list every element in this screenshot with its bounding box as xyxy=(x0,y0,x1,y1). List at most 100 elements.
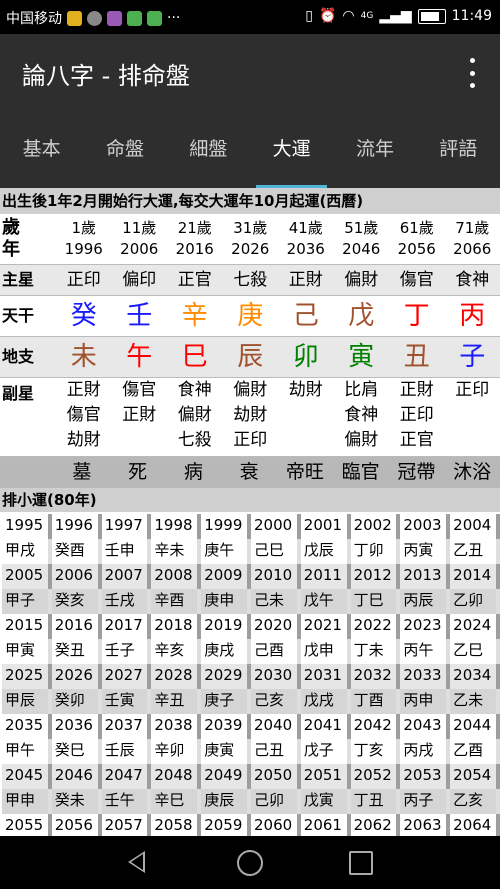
age-cell: 41歲 xyxy=(288,219,323,237)
age-year-cell: 51歲 2046 xyxy=(334,214,390,264)
tab-detail[interactable]: 細盤 xyxy=(167,112,250,188)
fuxing-item: 劫財 xyxy=(66,430,101,450)
recent-apps-icon[interactable] xyxy=(349,851,373,875)
fuxing-item: 食神 xyxy=(177,380,212,400)
fuxing-item xyxy=(278,403,334,428)
xiaoyun-year-cell: 2036 xyxy=(51,714,98,739)
age-year-label-text: 歲年 xyxy=(2,217,20,260)
xiaoyun-year-cell: 2038 xyxy=(151,714,198,739)
tiangan-cell: 庚 xyxy=(237,301,264,331)
xiaoyun-year-cell: 2003 xyxy=(400,514,447,539)
fuxing-cell: 正財 正印 正官 xyxy=(389,378,445,456)
xiaoyun-ganzhi-cell: 戊子 xyxy=(300,739,347,764)
xiaoyun-ganzhi-row: 甲戌 癸酉 壬申 辛未 庚午 己巳 戊辰 丁卯 丙寅 乙丑 xyxy=(2,539,500,564)
tiangan-cell: 戊 xyxy=(348,301,375,331)
xiaoyun-year-cell: 2032 xyxy=(350,664,397,689)
xiaoyun-year-cell: 2035 xyxy=(2,714,48,739)
xiaoyun-ganzhi-cell: 己亥 xyxy=(250,689,297,714)
fuxing-cell: 正印 xyxy=(445,378,500,456)
xiaoyun-year-cell: 2037 xyxy=(101,714,148,739)
xiaoyun-ganzhi-cell: 己未 xyxy=(250,589,297,614)
xiaoyun-ganzhi-cell: 癸丑 xyxy=(51,639,98,664)
xiaoyun-year-cell: 2008 xyxy=(151,564,198,589)
year-cell: 2036 xyxy=(286,240,325,258)
tab-basic[interactable]: 基本 xyxy=(0,112,83,188)
tiangan-cell: 己 xyxy=(292,301,319,331)
age-cell: 11歲 xyxy=(122,219,157,237)
fuxing-cell: 劫財 xyxy=(278,378,334,456)
xiaoyun-ganzhi-cell: 丁酉 xyxy=(350,689,397,714)
xiaoyun-year-cell: 2012 xyxy=(350,564,397,589)
fuxing-item: 正印 xyxy=(233,430,268,450)
xiaoyun-year-cell: 2029 xyxy=(201,664,247,689)
xiaoyun-year-cell: 2043 xyxy=(400,714,447,739)
changsheng-cell: 病 xyxy=(183,461,203,483)
xiaoyun-ganzhi-cell: 壬寅 xyxy=(101,689,148,714)
age-year-label: 歲年 xyxy=(0,214,56,264)
xiaoyun-ganzhi-cell: 庚辰 xyxy=(201,789,247,814)
dizhi-label: 地支 xyxy=(2,347,35,366)
xiaoyun-ganzhi-cell: 癸未 xyxy=(51,789,98,814)
fuxing-item: 七殺 xyxy=(177,430,212,450)
wifi-icon: ◠ xyxy=(342,8,355,24)
xiaoyun-year-cell: 2009 xyxy=(201,564,247,589)
xiaoyun-year-cell: 2006 xyxy=(51,564,98,589)
xiaoyun-ganzhi-cell: 癸巳 xyxy=(51,739,98,764)
xiaoyun-ganzhi-cell: 甲午 xyxy=(2,739,48,764)
tab-chart[interactable]: 命盤 xyxy=(83,112,166,188)
overflow-menu-icon[interactable] xyxy=(470,58,476,88)
xiaoyun-year-cell: 2019 xyxy=(201,614,247,639)
zhuxing-cell: 偏印 xyxy=(122,270,157,290)
xiaoyun-year-cell: 2001 xyxy=(300,514,347,539)
fuxing-item: 正財 xyxy=(399,380,434,400)
zhuxing-row: 主星 正印 偏印 正官 七殺 正財 偏財 傷官 食神 xyxy=(0,265,500,296)
xiaoyun-year-cell: 2007 xyxy=(101,564,148,589)
xiaoyun-ganzhi-cell: 丙申 xyxy=(400,689,447,714)
xiaoyun-year-row: 1995 1996 1997 1998 1999 2000 2001 2002 2003 2004 xyxy=(2,514,500,539)
fuxing-row: 副星 正財 傷官 劫財 傷官 正財 食神 偏財 七殺 偏財 劫財 正印 劫財 比肩 食神 偏財 正財 正印 正官正… xyxy=(0,378,500,457)
changsheng-cell: 衰 xyxy=(239,461,259,483)
carrier-label: 中国移动 xyxy=(6,11,62,27)
fuxing-item: 傷官 xyxy=(122,380,157,400)
tiangan-cell: 癸 xyxy=(70,301,97,331)
xiaoyun-ganzhi-cell: 乙亥 xyxy=(450,789,496,814)
home-icon[interactable] xyxy=(237,850,263,876)
more-notifications-icon: ··· xyxy=(167,10,181,26)
dayun-header: 出生後1年2月開始行大運,每交大運年10月起運(西曆) xyxy=(0,188,500,214)
xiaoyun-ganzhi-cell: 辛丑 xyxy=(151,689,198,714)
age-cell: 1歲 xyxy=(71,219,97,237)
age-year-cell: 71歲 2066 xyxy=(445,214,500,264)
dayun-content[interactable]: 出生後1年2月開始行大運,每交大運年10月起運(西曆) 歲年 1歲 1996 11歲… xyxy=(0,188,500,836)
xiaoyun-ganzhi-cell: 辛卯 xyxy=(151,739,198,764)
fuxing-item: 食神 xyxy=(344,405,379,425)
xiaoyun-year-cell: 2021 xyxy=(300,614,347,639)
xiaoyun-ganzhi-cell: 甲辰 xyxy=(2,689,48,714)
xiaoyun-ganzhi-cell: 丙辰 xyxy=(400,589,447,614)
tab-dayun[interactable]: 大運 xyxy=(250,112,333,188)
xiaoyun-year-cell: 1998 xyxy=(151,514,198,539)
xiaoyun-ganzhi-cell: 壬子 xyxy=(101,639,148,664)
dizhi-cell: 子 xyxy=(459,342,486,372)
xiaoyun-year-cell: 2047 xyxy=(101,764,148,789)
xiaoyun-year-cell: 2020 xyxy=(250,614,297,639)
tiangan-cell: 丙 xyxy=(459,301,486,331)
fuxing-item: 劫財 xyxy=(233,405,268,425)
clock: 11:49 xyxy=(451,8,492,24)
fuxing-item xyxy=(445,428,500,453)
fuxing-item: 偏財 xyxy=(233,380,268,400)
year-cell: 2016 xyxy=(175,240,214,258)
xiaoyun-year-cell: 2061 xyxy=(300,814,347,836)
xiaoyun-ganzhi-cell: 癸酉 xyxy=(51,539,98,564)
tab-comments[interactable]: 評語 xyxy=(417,112,500,188)
age-cell: 71歲 xyxy=(455,219,490,237)
zhuxing-cell: 正官 xyxy=(177,270,212,290)
tab-liunian[interactable]: 流年 xyxy=(333,112,416,188)
tiangan-cell: 辛 xyxy=(181,301,208,331)
back-icon[interactable] xyxy=(128,851,145,873)
changsheng-cell: 墓 xyxy=(72,461,92,483)
vibrate-icon: ▯ xyxy=(305,8,313,24)
xiaoyun-year-row: 2055 2056 2057 2058 2059 2060 2061 2062 2063 2064 xyxy=(2,814,500,836)
network-type-label: 4G xyxy=(360,11,374,21)
xiaoyun-ganzhi-cell: 丙戌 xyxy=(400,739,447,764)
app-notification-icon xyxy=(127,10,142,26)
